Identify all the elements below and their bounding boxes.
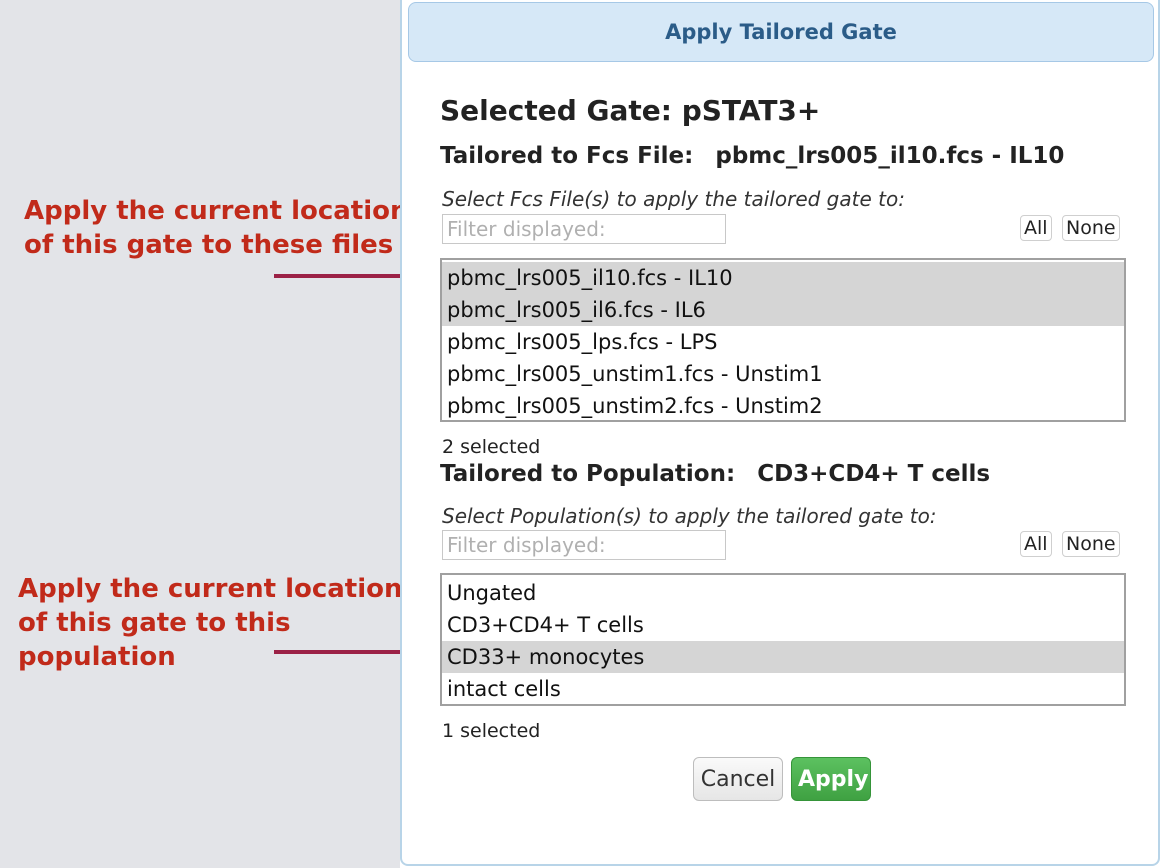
population-option[interactable]: intact cells xyxy=(442,673,1124,705)
population-hint: Select Population(s) to apply the tailor… xyxy=(442,504,937,528)
cancel-button[interactable]: Cancel xyxy=(693,757,783,801)
population-tailored-label: Tailored to Population: xyxy=(440,461,736,487)
fcs-hint: Select Fcs File(s) to apply the tailored… xyxy=(442,187,905,211)
annotation-files-note: Apply the current location of this gate … xyxy=(24,196,409,260)
population-tailored-line: Tailored to Population: CD3+CD4+ T cells xyxy=(440,461,990,487)
fcs-select-none-button[interactable]: None xyxy=(1062,215,1120,241)
fcs-file-option[interactable]: pbmc_lrs005_unstim1.fcs - Unstim1 xyxy=(442,358,1124,390)
population-option[interactable]: Ungated xyxy=(442,577,1124,609)
fcs-file-option[interactable]: pbmc_lrs005_lps.fcs - LPS xyxy=(442,326,1124,358)
fcs-file-listbox[interactable]: pbmc_lrs005_il10.fcs - IL10 pbmc_lrs005_i… xyxy=(440,258,1126,422)
population-selected-count: 1 selected xyxy=(442,720,541,742)
page-backdrop xyxy=(0,0,400,868)
selected-gate-heading: Selected Gate: pSTAT3+ xyxy=(440,94,821,127)
apply-button[interactable]: Apply xyxy=(791,757,871,801)
fcs-file-option[interactable]: pbmc_lrs005_unstim2.fcs - Unstim2 xyxy=(442,390,1124,422)
fcs-filter-input[interactable] xyxy=(442,214,726,244)
fcs-file-option[interactable]: pbmc_lrs005_il6.fcs - IL6 xyxy=(442,294,1124,326)
fcs-select-all-button[interactable]: All xyxy=(1020,215,1052,241)
population-select-none-button[interactable]: None xyxy=(1062,531,1120,557)
population-listbox[interactable]: Ungated CD3+CD4+ T cells CD33+ monocytes in… xyxy=(440,573,1126,706)
population-filter-input[interactable] xyxy=(442,530,726,560)
population-option[interactable]: CD33+ monocytes xyxy=(442,641,1124,673)
population-option[interactable]: CD3+CD4+ T cells xyxy=(442,609,1124,641)
apply-tailored-gate-dialog: Apply Tailored Gate Selected Gate: pSTAT… xyxy=(400,0,1160,866)
fcs-selected-count: 2 selected xyxy=(442,436,541,458)
fcs-file-option[interactable]: pbmc_lrs005_il10.fcs - IL10 xyxy=(442,262,1124,294)
fcs-tailored-value: pbmc_lrs005_il10.fcs - IL10 xyxy=(715,143,1065,169)
population-select-all-button[interactable]: All xyxy=(1020,531,1052,557)
fcs-tailored-line: Tailored to Fcs File: pbmc_lrs005_il10.fc… xyxy=(440,143,1064,169)
fcs-tailored-label: Tailored to Fcs File: xyxy=(440,143,694,169)
dialog-title: Apply Tailored Gate xyxy=(408,2,1154,62)
population-tailored-value: CD3+CD4+ T cells xyxy=(757,461,991,487)
